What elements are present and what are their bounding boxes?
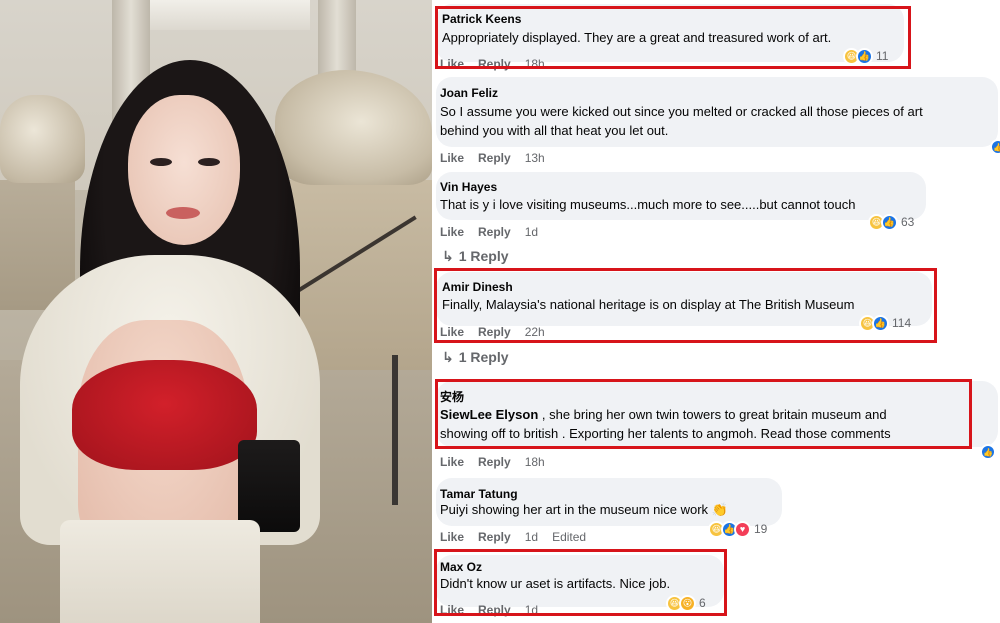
comment-text: behind you with all that heat you let ou… (440, 123, 669, 138)
red-bra (72, 360, 257, 470)
reaction-summary[interactable]: 😆 👍 63 (868, 212, 914, 232)
comment-time[interactable]: 13h (525, 151, 545, 165)
comment-actions: Like Reply 1d Edited (440, 530, 600, 544)
view-replies-link[interactable]: ↳ 1 Reply (442, 349, 509, 366)
skylight (150, 0, 310, 30)
woman-face (128, 95, 240, 245)
reaction-summary[interactable]: 😆 👍 ♥ 19 (708, 519, 767, 539)
love-icon: ♥ (734, 520, 751, 538)
like-icon: 👍 (980, 444, 996, 460)
comment-time[interactable]: 18h (525, 455, 545, 469)
comment-actions: Like Reply 13h (440, 151, 559, 165)
eye (150, 158, 172, 166)
replies-label: 1 Reply (458, 349, 509, 365)
reply-button[interactable]: Reply (478, 225, 511, 239)
black-handbag (238, 440, 300, 532)
marble-sculpture (0, 95, 85, 183)
like-icon: 👍 (881, 213, 898, 231)
lips (166, 207, 200, 219)
comment-text: That is y i love visiting museums...much… (440, 197, 856, 212)
comment-text: So I assume you were kicked out since yo… (440, 104, 923, 119)
like-button[interactable]: Like (440, 455, 464, 469)
barrier-post (392, 355, 398, 505)
like-button[interactable]: Like (440, 530, 464, 544)
reply-button[interactable]: Reply (478, 455, 511, 469)
like-button[interactable]: Like (440, 225, 464, 239)
reply-button[interactable]: Reply (478, 151, 511, 165)
edited-label: Edited (552, 530, 587, 544)
comments-panel: Patrick Keens Appropriately displayed. T… (432, 0, 1000, 623)
replies-label: 1 Reply (458, 248, 509, 264)
highlight-box (435, 379, 972, 449)
museum-photo (0, 0, 432, 623)
reply-arrow-icon: ↳ (442, 349, 454, 365)
commenter-name[interactable]: Joan Feliz (440, 86, 498, 100)
view-replies-link[interactable]: ↳ 1 Reply (442, 248, 509, 265)
commenter-name[interactable]: Vin Hayes (440, 180, 497, 194)
comment-actions: Like Reply 18h (440, 455, 559, 469)
like-icon: 👍 (990, 139, 1000, 155)
reaction-count: 63 (901, 215, 915, 229)
comment-text: Puiyi showing her art in the museum nice… (440, 502, 728, 517)
highlight-box (435, 6, 911, 69)
comment-time[interactable]: 1d (525, 530, 538, 544)
comment-actions: Like Reply 1d (440, 225, 552, 239)
reaction-count: 19 (754, 522, 768, 536)
eye (198, 158, 220, 166)
highlight-box (434, 268, 937, 343)
white-skirt (60, 520, 260, 623)
comment-time[interactable]: 1d (525, 225, 538, 239)
like-button[interactable]: Like (440, 151, 464, 165)
reply-arrow-icon: ↳ (442, 248, 454, 264)
reply-button[interactable]: Reply (478, 530, 511, 544)
commenter-name[interactable]: Tamar Tatung (440, 487, 518, 501)
highlight-box (434, 549, 727, 616)
